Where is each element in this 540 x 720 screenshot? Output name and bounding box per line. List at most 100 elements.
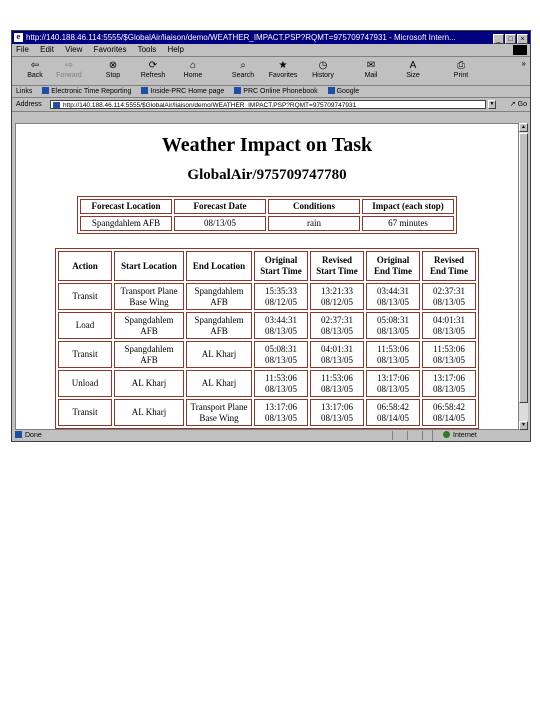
link-google[interactable]: Google xyxy=(327,87,359,95)
menu-favorites[interactable]: Favorites xyxy=(94,45,127,54)
refresh-button[interactable]: ⟳ Refresh xyxy=(136,59,170,79)
table-cell: AL Kharj xyxy=(114,370,184,397)
page-icon xyxy=(42,87,50,94)
status-divider xyxy=(392,431,393,440)
history-icon: ◷ xyxy=(318,60,328,71)
go-button[interactable]: ↗ Go xyxy=(510,98,527,111)
table-cell: Spangdahlem AFB xyxy=(186,312,252,339)
page-icon xyxy=(53,102,60,108)
table-cell: 11:53:06 08/13/05 xyxy=(366,341,420,368)
table-row: Spangdahlem AFB 08/13/05 rain 67 minutes xyxy=(80,216,454,231)
page-subtitle: GlobalAir/975709747780 xyxy=(187,167,347,183)
status-divider xyxy=(422,431,423,440)
table-cell: Transport Plane Base Wing xyxy=(114,283,184,310)
column-header: Revised End Time xyxy=(422,251,476,281)
table-cell: 06:58:42 08/14/05 xyxy=(422,399,476,426)
column-header: Original End Time xyxy=(366,251,420,281)
menu-tools[interactable]: Tools xyxy=(138,45,157,54)
table-cell: 05:08:31 08/13/05 xyxy=(254,341,308,368)
size-icon: A xyxy=(409,60,417,71)
table-cell: AL Kharj xyxy=(186,341,252,368)
vertical-scrollbar[interactable]: ▲ ▼ xyxy=(519,123,528,430)
scroll-up-arrow-icon[interactable]: ▲ xyxy=(519,123,528,132)
table-cell: 13:21:33 08/12/05 xyxy=(310,283,364,310)
ie-logo-icon: e xyxy=(14,33,23,42)
favorites-button[interactable]: ★ Favorites xyxy=(266,59,300,79)
column-header: Start Location xyxy=(114,251,184,281)
page-title: Weather Impact on Task xyxy=(161,134,373,156)
table-cell: Transit xyxy=(58,399,112,426)
menu-help[interactable]: Help xyxy=(168,45,184,54)
table-cell: AL Kharj xyxy=(114,399,184,426)
table-row: Load Spangdahlem AFB Spangdahlem AFB 03:… xyxy=(58,312,476,339)
favorites-icon: ★ xyxy=(278,60,288,71)
task-stops-table: Action Start Location End Location Origi… xyxy=(55,248,479,429)
table-cell: Transport Plane Base Wing xyxy=(186,399,252,426)
toolbar-more-button[interactable]: » xyxy=(522,59,526,68)
table-cell: 67 minutes xyxy=(362,216,454,231)
table-cell: rain xyxy=(268,216,360,231)
address-input[interactable]: http://140.188.46.114:5555/$GlobalAir/li… xyxy=(50,100,486,109)
globe-icon xyxy=(443,431,450,438)
column-header: Action xyxy=(58,251,112,281)
security-zone: Internet xyxy=(432,430,523,441)
mail-button[interactable]: ✉ Mail xyxy=(354,59,388,79)
home-button[interactable]: ⌂ Home xyxy=(176,59,210,79)
column-header: Forecast Location xyxy=(80,199,172,214)
search-button[interactable]: ⌕ Search xyxy=(226,59,260,79)
refresh-icon: ⟳ xyxy=(148,60,158,71)
close-button[interactable]: × xyxy=(517,34,528,44)
page-icon xyxy=(327,87,335,94)
table-cell: 11:53:06 08/13/05 xyxy=(422,341,476,368)
print-button[interactable]: ⎙ Print xyxy=(444,59,478,79)
forecast-summary-table: Forecast Location Forecast Date Conditio… xyxy=(77,196,457,234)
table-cell: 04:01:31 08/13/05 xyxy=(310,341,364,368)
maximize-button[interactable]: □ xyxy=(505,34,516,44)
menu-view[interactable]: View xyxy=(65,45,82,54)
table-cell: 13:17:06 08/13/05 xyxy=(310,399,364,426)
links-label: Links xyxy=(16,88,33,95)
windows-logo-icon xyxy=(513,45,527,55)
address-dropdown-button[interactable]: ▼ xyxy=(488,100,496,109)
back-icon: ⇦ xyxy=(30,60,40,71)
print-icon: ⎙ xyxy=(457,60,465,71)
link-electronic-time-reporting[interactable]: Electronic Time Reporting xyxy=(42,87,131,95)
home-icon: ⌂ xyxy=(189,60,197,71)
table-cell: Spangdahlem AFB xyxy=(114,341,184,368)
back-button[interactable]: ⇦ Back xyxy=(18,59,52,79)
column-header: End Location xyxy=(186,251,252,281)
table-cell: Transit xyxy=(58,283,112,310)
link-prc-online-phonebook[interactable]: PRC Online Phonebook xyxy=(234,87,318,95)
status-bar: Done Internet xyxy=(12,430,530,441)
links-bar: Links Electronic Time Reporting Inside-P… xyxy=(12,86,530,98)
menu-edit[interactable]: Edit xyxy=(40,45,54,54)
status-divider xyxy=(407,431,408,440)
table-cell: 02:37:31 08/13/05 xyxy=(422,283,476,310)
scroll-thumb[interactable] xyxy=(519,133,528,403)
column-header: Original Start Time xyxy=(254,251,308,281)
minimize-button[interactable]: _ xyxy=(493,34,504,44)
scroll-down-arrow-icon[interactable]: ▼ xyxy=(519,421,528,430)
stop-button[interactable]: ⊗ Stop xyxy=(96,59,130,79)
menu-file[interactable]: File xyxy=(16,45,29,54)
page-content: Weather Impact on Task GlobalAir/9757097… xyxy=(15,123,519,430)
go-arrow-icon: ↗ xyxy=(509,101,516,108)
title-bar[interactable]: e http://140.188.46.114:5555/$GlobalAir/… xyxy=(12,31,530,44)
size-button[interactable]: A Size xyxy=(396,59,430,79)
toolbar: ⇦ Back ⇨ Forward ⊗ Stop ⟳ Refresh ⌂ Home ⌕ Sea… xyxy=(12,57,530,86)
table-cell: 03:44:31 08/13/05 xyxy=(366,283,420,310)
table-cell: 13:17:06 08/13/05 xyxy=(254,399,308,426)
table-cell: 11:53:06 08/13/05 xyxy=(254,370,308,397)
window-title: http://140.188.46.114:5555/$GlobalAir/li… xyxy=(26,33,456,42)
forward-button[interactable]: ⇨ Forward xyxy=(52,59,86,79)
link-inside-prc-home[interactable]: Inside-PRC Home page xyxy=(141,87,224,95)
history-button[interactable]: ◷ History xyxy=(306,59,340,79)
table-cell: Spangdahlem AFB xyxy=(114,312,184,339)
table-cell: 03:44:31 08/13/05 xyxy=(254,312,308,339)
table-cell: 13:17:06 08/13/05 xyxy=(422,370,476,397)
table-cell: AL Kharj xyxy=(186,370,252,397)
table-cell: 02:37:31 08/13/05 xyxy=(310,312,364,339)
table-row: Unload AL Kharj AL Kharj 11:53:06 08/13/… xyxy=(58,370,476,397)
mail-icon: ✉ xyxy=(366,60,376,71)
column-header: Forecast Date xyxy=(174,199,266,214)
